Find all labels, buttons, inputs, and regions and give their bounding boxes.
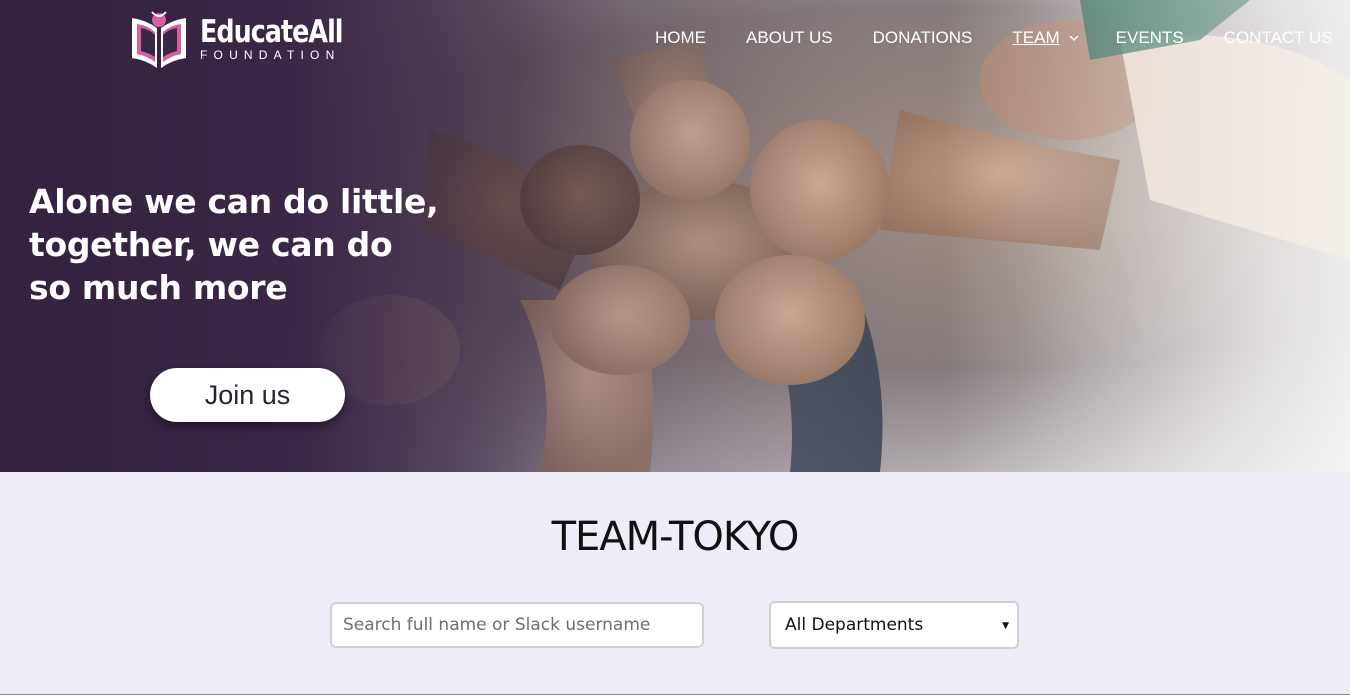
logo-name: EducateAll [200, 14, 344, 50]
hero-banner: EducateAll FOUNDATION HOME ABOUT US DONA… [0, 0, 1350, 472]
team-section: TEAM-TOKYO All Departments ▼ [0, 472, 1350, 695]
main-nav: HOME ABOUT US DONATIONS TEAM EVENTS CONT… [655, 28, 1333, 48]
team-title: TEAM-TOKYO [551, 514, 800, 560]
nav-team-label: TEAM [1012, 28, 1060, 47]
nav-team[interactable]: TEAM [1012, 28, 1079, 48]
logo[interactable]: EducateAll FOUNDATION [128, 8, 374, 70]
department-select[interactable]: All Departments ▼ [769, 601, 1019, 649]
nav-contact-us[interactable]: CONTACT US [1224, 28, 1333, 48]
nav-about-us[interactable]: ABOUT US [746, 28, 833, 48]
logo-subtitle: FOUNDATION [200, 48, 341, 62]
nav-donations[interactable]: DONATIONS [873, 28, 973, 48]
search-input[interactable] [330, 602, 704, 648]
nav-home[interactable]: HOME [655, 28, 706, 48]
hero-tagline: Alone we can do little, together, we can… [29, 182, 439, 307]
department-select-value: All Departments [785, 615, 924, 635]
join-us-button[interactable]: Join us [150, 368, 345, 422]
book-heart-logo-icon [132, 11, 186, 68]
caret-down-icon: ▼ [1002, 621, 1009, 631]
chevron-down-icon [1069, 35, 1079, 41]
nav-events[interactable]: EVENTS [1116, 28, 1184, 48]
